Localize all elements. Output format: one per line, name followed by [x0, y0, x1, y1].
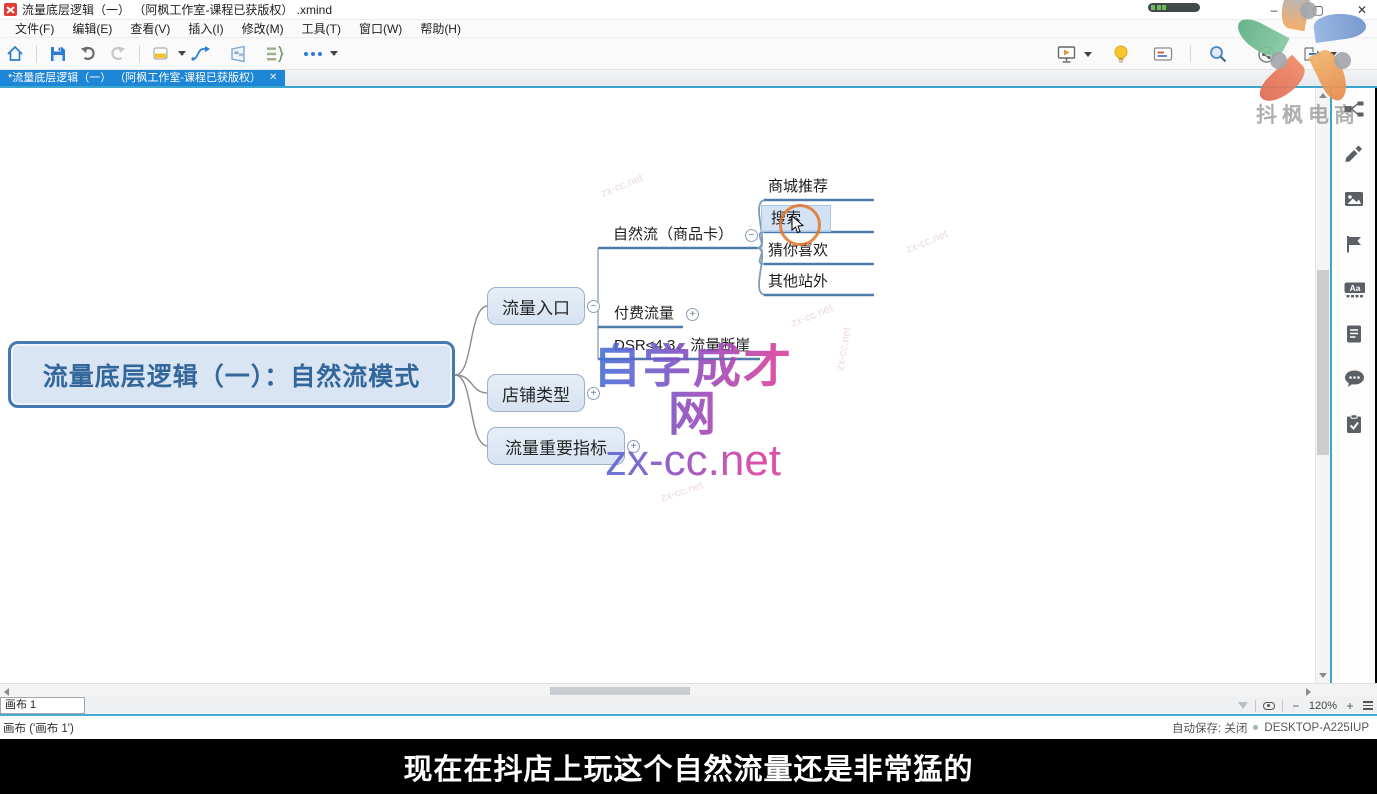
status-bar: 画布 ('画布 1') 自动保存: 关闭 DESKTOP-A225IUP [0, 716, 1377, 739]
zoom-in-button[interactable]: + [1344, 699, 1356, 713]
title-bar: 流量底层逻辑（一） （阿枫工作室-课程已获版权） .xmind – ▢ ✕ [0, 0, 1377, 20]
menu-file[interactable]: 文件(F) [6, 20, 63, 38]
presentation-icon[interactable] [1052, 41, 1082, 67]
document-tab-bar: *流量底层逻辑（一） （阿枫工作室-课程已获版权） ✕ [0, 70, 1377, 88]
filter-icon[interactable] [1238, 702, 1248, 709]
format-brush-icon[interactable] [1343, 143, 1365, 165]
sheet-tab-canvas1[interactable]: 画布 1 [0, 697, 85, 714]
style-icon[interactable] [146, 41, 176, 67]
more-dots-icon[interactable] [298, 41, 328, 67]
right-panel-rail: Aa [1332, 88, 1375, 683]
lightbulb-icon[interactable] [1106, 41, 1136, 67]
status-dot-icon [1253, 725, 1258, 730]
fit-map-icon[interactable] [1363, 701, 1373, 710]
menu-window[interactable]: 窗口(W) [350, 20, 411, 38]
vertical-scroll-thumb[interactable] [1317, 270, 1329, 455]
export-dropdown-caret-icon[interactable] [1329, 52, 1337, 57]
vertical-scrollbar[interactable] [1315, 88, 1330, 683]
status-left-text: 画布 ('画布 1') [3, 720, 74, 736]
mouse-cursor-icon [791, 216, 807, 234]
horizontal-scrollbar[interactable] [0, 683, 1377, 697]
menu-bar: 文件(F) 编辑(E) 查看(V) 插入(I) 修改(M) 工具(T) 窗口(W… [0, 20, 1377, 38]
root-topic-node[interactable]: 流量底层逻辑（一）：自然流模式 [8, 341, 455, 408]
corner-brand-watermark: 抖枫电商 [1256, 99, 1360, 129]
close-button[interactable]: ✕ [1353, 3, 1371, 17]
comment-icon[interactable] [1343, 368, 1365, 390]
collapse-toggle-natural[interactable]: − [745, 229, 758, 242]
more-dropdown-caret-icon[interactable] [330, 51, 338, 56]
video-subtitle-bar: 现在在抖店上玩这个自然流量还是非常猛的 [0, 739, 1377, 794]
branch-node-store[interactable]: 店铺类型 [487, 374, 585, 412]
subtopic-natural-flow[interactable]: 自然流（商品卡） [613, 225, 733, 245]
image-icon[interactable] [1343, 188, 1365, 210]
branch-node-entry[interactable]: 流量入口 [487, 287, 585, 325]
tab-title: *流量底层逻辑（一） （阿枫工作室-课程已获版权） [8, 70, 261, 86]
autosave-status: 自动保存: 关闭 [1172, 720, 1247, 736]
menu-tools[interactable]: 工具(T) [293, 20, 350, 38]
expand-toggle-paid[interactable]: + [686, 308, 699, 321]
leaf-topic-mall[interactable]: 商城推荐 [768, 177, 828, 197]
device-name: DESKTOP-A225IUP [1264, 722, 1369, 734]
center-watermark: 自学成才网 zx-cc.net [583, 343, 803, 483]
main-toolbar [0, 38, 1377, 70]
mindmap-canvas[interactable]: zx-cc.net zx-cc.net zx-cc.net zx-cc.net … [0, 88, 1332, 683]
leaf-topic-offsite[interactable]: 其他站外 [768, 272, 828, 292]
boundary-icon[interactable] [224, 41, 254, 67]
presentation-dropdown-caret-icon[interactable] [1084, 52, 1092, 57]
window-title: 流量底层逻辑（一） （阿枫工作室-课程已获版权） .xmind [22, 1, 332, 18]
horizontal-scroll-thumb[interactable] [550, 687, 690, 695]
menu-modify[interactable]: 修改(M) [233, 20, 293, 38]
share-icon[interactable] [1251, 41, 1281, 67]
subtopic-paid-traffic[interactable]: 付费流量 [614, 304, 674, 324]
flag-marker-icon[interactable] [1343, 233, 1365, 255]
task-icon[interactable] [1343, 413, 1365, 435]
zoom-search-icon[interactable] [1203, 41, 1233, 67]
save-icon[interactable] [43, 41, 73, 67]
style-dropdown-caret-icon[interactable] [178, 51, 186, 56]
scroll-down-icon[interactable] [1319, 673, 1327, 678]
collapse-toggle-entry[interactable]: − [587, 300, 600, 313]
zoom-out-button[interactable]: − [1290, 699, 1302, 713]
zoom-level: 120% [1309, 700, 1337, 712]
scroll-right-icon[interactable] [1306, 688, 1311, 696]
redo-icon[interactable] [103, 41, 133, 67]
active-document-tab[interactable]: *流量底层逻辑（一） （阿枫工作室-课程已获版权） ✕ [0, 70, 285, 86]
menu-help[interactable]: 帮助(H) [411, 20, 470, 38]
scroll-up-icon[interactable] [1319, 93, 1327, 98]
export-icon[interactable] [1297, 41, 1327, 67]
home-icon[interactable] [0, 41, 30, 67]
maximize-button[interactable]: ▢ [1309, 3, 1327, 17]
menu-view[interactable]: 查看(V) [121, 20, 179, 38]
subtitle-text: 现在在抖店上玩这个自然流量还是非常猛的 [403, 746, 973, 788]
notes-icon[interactable] [1343, 323, 1365, 345]
svg-text:Aa: Aa [1349, 283, 1360, 293]
tab-close-icon[interactable]: ✕ [269, 70, 277, 86]
minimize-button[interactable]: – [1265, 3, 1283, 17]
xmind-logo-icon [4, 3, 17, 16]
menu-edit[interactable]: 编辑(E) [63, 20, 121, 38]
battery-indicator [1148, 3, 1200, 12]
undo-icon[interactable] [73, 41, 103, 67]
label-icon[interactable]: Aa [1343, 278, 1365, 300]
sheet-bar: 画布 1 − 120% + [0, 697, 1377, 716]
menu-insert[interactable]: 插入(I) [179, 20, 232, 38]
summary-icon[interactable] [260, 41, 290, 67]
relationship-icon[interactable] [186, 41, 216, 67]
pitch-slide-icon[interactable] [1148, 41, 1178, 67]
eye-visibility-icon[interactable] [1263, 702, 1275, 710]
scroll-left-icon[interactable] [4, 688, 9, 696]
